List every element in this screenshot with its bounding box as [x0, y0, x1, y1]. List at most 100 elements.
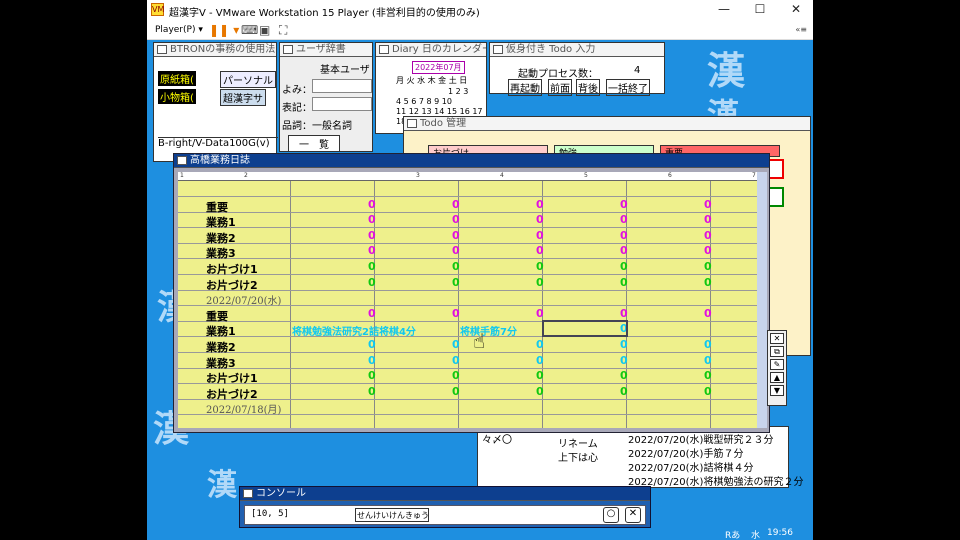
table-cell[interactable]: 0 — [704, 307, 712, 320]
window-box-icon[interactable] — [493, 45, 503, 54]
table-cell[interactable]: 0 — [368, 338, 376, 351]
hyoki-input[interactable] — [312, 97, 372, 111]
restart-button[interactable]: 再起動 — [508, 79, 542, 96]
table-cell[interactable]: 0 — [452, 307, 460, 320]
btron-window[interactable]: BTRONの事務の使用法 原紙箱( パーソナル 小物箱( 超漢字サ B-righ… — [153, 42, 278, 162]
diary-window-title[interactable]: 高橋業務日誌 — [174, 154, 769, 168]
back-button[interactable]: 背後 — [576, 79, 600, 96]
table-row[interactable]: 業務2 0 0 0 0 0 — [178, 337, 757, 354]
window-box-icon[interactable] — [379, 45, 389, 54]
fullscreen-icon[interactable]: ⛶ — [279, 23, 287, 38]
table-cell[interactable]: 0 — [536, 229, 544, 242]
console-title[interactable]: コンソール — [240, 487, 650, 501]
console-cancel-button[interactable]: ✕ — [625, 507, 641, 523]
table-cell[interactable]: 0 — [620, 244, 628, 257]
log-window[interactable]: 々〆〇 リネーム 上下は心 2022/07/20(水)戦型研究２３分 2022/… — [477, 426, 803, 488]
table-row[interactable]: お片づけ1 0 0 0 0 0 — [178, 259, 757, 276]
diary-sheet[interactable]: 1234567 重要 0 0 0 0 0 業務1 0 0 0 0 0 業務2 0 0 0 0 0 業務3 0 0 0 0 0 お… — [178, 172, 757, 428]
hinshi-label[interactable]: 品詞：一般名詞 — [282, 117, 352, 132]
table-cell[interactable]: 0 — [536, 276, 544, 289]
table-cell[interactable]: 0 — [368, 198, 376, 211]
minimize-button[interactable]: — — [709, 1, 739, 19]
table-cell[interactable]: 0 — [368, 229, 376, 242]
table-row[interactable]: 重要 0 0 0 0 0 — [178, 306, 757, 323]
table-cell[interactable]: 0 — [704, 213, 712, 226]
close-button[interactable]: ✕ — [781, 1, 811, 19]
table-cell[interactable]: 0 — [452, 213, 460, 226]
table-cell[interactable]: 0 — [368, 354, 376, 367]
end-all-button[interactable]: 一括終了 — [606, 79, 650, 96]
close-icon[interactable]: ✕ — [770, 333, 784, 344]
table-cell[interactable]: 0 — [452, 354, 460, 367]
table-cell[interactable]: 0 — [368, 213, 376, 226]
table-row[interactable]: 業務3 0 0 0 0 0 — [178, 353, 757, 370]
table-cell[interactable]: 0 — [536, 260, 544, 273]
table-cell[interactable]: 0 — [452, 338, 460, 351]
table-cell[interactable]: 0 — [452, 260, 460, 273]
table-cell[interactable]: 0 — [536, 213, 544, 226]
table-row[interactable] — [178, 181, 757, 197]
table-cell[interactable]: 0 — [704, 354, 712, 367]
date-row[interactable]: 2022/07/20(水) — [178, 290, 757, 307]
table-cell[interactable]: 0 — [536, 369, 544, 382]
calendar-row[interactable]: 1 2 3 — [448, 87, 468, 96]
table-cell[interactable]: 0 — [704, 369, 712, 382]
user-dictionary-window[interactable]: ユーザ辞書 基本ユーザ よみ： 表記： 品詞：一般名詞 一 覧 — [279, 42, 373, 152]
up-icon[interactable]: ▲ — [770, 372, 784, 383]
chokanji-vobj[interactable]: 超漢字サ — [220, 89, 266, 106]
table-cell[interactable]: 0 — [452, 369, 460, 382]
table-cell[interactable]: 0 — [704, 198, 712, 211]
table-cell[interactable]: 0 — [368, 307, 376, 320]
calendar-row[interactable]: 11 12 13 14 15 16 17 — [396, 107, 483, 116]
table-cell[interactable]: 0 — [536, 385, 544, 398]
table-cell[interactable]: 0 — [536, 244, 544, 257]
unity-icon[interactable]: ▣ — [259, 23, 270, 37]
user-dictionary-title[interactable]: ユーザ辞書 — [280, 43, 372, 57]
diary-window[interactable]: 高橋業務日誌 1234567 重要 0 0 0 0 0 業務1 0 0 0 0 0 業務2 0 0 0 0 0 業務… — [173, 153, 770, 433]
window-box-icon[interactable] — [283, 45, 293, 54]
side-toolbar[interactable]: ✕ ⧉ ✎ ▲ ▼ — [767, 330, 787, 406]
table-row[interactable]: お片づけ2 0 0 0 0 0 — [178, 384, 757, 401]
table-row[interactable]: お片づけ1 0 0 0 0 0 — [178, 368, 757, 385]
table-row[interactable]: お片づけ2 0 0 0 0 0 — [178, 275, 757, 292]
maximize-button[interactable]: ☐ — [745, 1, 775, 19]
table-cell[interactable]: 0 — [704, 260, 712, 273]
table-cell[interactable]: 0 — [620, 338, 628, 351]
yomi-input[interactable] — [312, 79, 372, 93]
table-cell[interactable]: 0 — [452, 244, 460, 257]
table-cell[interactable]: 0 — [620, 307, 628, 320]
table-cell[interactable]: 0 — [620, 276, 628, 289]
table-row[interactable]: 業務1 0 将棋勉強法研究2詰将棋4分 将棋手筋7分 — [178, 320, 757, 338]
table-cell[interactable]: 0 — [620, 354, 628, 367]
table-row[interactable]: 業務2 0 0 0 0 0 — [178, 228, 757, 245]
personal-vobj[interactable]: パーソナル — [220, 71, 276, 88]
pause-icon[interactable]: ❚❚ ▾ — [209, 23, 239, 37]
genshi-box-icon[interactable]: 原紙箱( — [158, 71, 196, 86]
table-cell[interactable]: 0 — [368, 276, 376, 289]
window-box-icon[interactable] — [177, 156, 187, 165]
toolbar-overflow-icon[interactable]: «≡ — [795, 25, 807, 34]
table-cell[interactable]: 0 — [620, 260, 628, 273]
console-ok-button[interactable]: ○ — [603, 507, 619, 523]
table-cell[interactable]: 0 — [536, 338, 544, 351]
table-cell[interactable]: 0 — [620, 229, 628, 242]
console-input[interactable]: せんけいけんきゅう — [355, 508, 429, 522]
table-cell[interactable]: 0 — [704, 229, 712, 242]
table-cell[interactable]: 0 — [368, 385, 376, 398]
table-cell[interactable]: 0 — [704, 276, 712, 289]
table-row[interactable]: 業務1 0 0 0 0 0 — [178, 212, 757, 229]
send-ctrl-alt-del-icon[interactable]: ⌨ — [241, 23, 258, 37]
console-window[interactable]: コンソール [10, 5] せんけいけんきゅう ○ ✕ — [239, 486, 651, 528]
table-cell[interactable]: 0 — [620, 198, 628, 211]
table-cell[interactable]: 0 — [368, 369, 376, 382]
todo-window-title[interactable]: Todo 管理 — [404, 117, 810, 131]
table-row[interactable]: 重要 0 0 0 0 0 — [178, 197, 757, 214]
calendar-row[interactable]: 4 5 6 7 8 9 10 — [396, 97, 452, 106]
tool-icon[interactable]: ✎ — [770, 359, 784, 370]
table-row[interactable]: 業務3 0 0 0 0 0 — [178, 243, 757, 260]
table-cell[interactable]: 0 — [704, 385, 712, 398]
table-cell[interactable]: 0 — [452, 198, 460, 211]
table-cell[interactable]: 0 — [536, 354, 544, 367]
date-row[interactable]: 2022/07/18(月) — [178, 399, 757, 416]
table-cell[interactable]: 0 — [704, 338, 712, 351]
